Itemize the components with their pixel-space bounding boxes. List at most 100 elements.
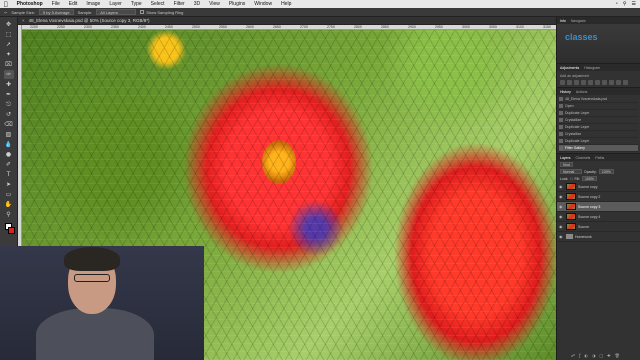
blur-icon[interactable]: 💧 xyxy=(4,140,14,149)
vibrance-icon[interactable] xyxy=(588,80,593,85)
history-item[interactable]: Duplicate Layer xyxy=(559,124,638,131)
menu-3d[interactable]: 3D xyxy=(194,1,200,7)
menu-list-icon[interactable]: ☰ xyxy=(632,1,636,7)
history-step-icon xyxy=(559,104,563,108)
history-item[interactable]: Crystallize xyxy=(559,117,638,124)
menu-app-name[interactable]: Photoshop xyxy=(17,1,43,7)
photo-filter-icon[interactable] xyxy=(616,80,621,85)
tab-layers[interactable]: Layers xyxy=(560,156,571,160)
menu-layer[interactable]: Layer xyxy=(109,1,122,7)
tab-actions[interactable]: Actions xyxy=(576,90,587,94)
menu-edit[interactable]: Edit xyxy=(69,1,78,7)
eyedropper-icon[interactable]: ✑ xyxy=(3,70,14,79)
sample-select[interactable]: All Layers xyxy=(96,9,137,15)
sample-size-select[interactable]: 5 by 5 Average xyxy=(38,9,74,15)
history-step-icon xyxy=(559,146,563,150)
history-brush-icon[interactable]: ↺ xyxy=(4,110,14,119)
levels-icon[interactable] xyxy=(567,80,572,85)
tab-paths[interactable]: Paths xyxy=(595,156,604,160)
wifi-icon[interactable]: ◔ xyxy=(615,1,618,7)
tab-channels[interactable]: Channels xyxy=(576,156,591,160)
menu-filter[interactable]: Filter xyxy=(174,1,185,7)
history-item-selected[interactable]: Filter Gallery xyxy=(559,145,638,152)
fx-icon[interactable]: ƒ xyxy=(579,353,580,358)
tab-navigator[interactable]: Navigator xyxy=(571,19,586,23)
quick-select-icon[interactable]: ✦ xyxy=(4,50,14,59)
black-white-icon[interactable] xyxy=(609,80,614,85)
crop-icon[interactable]: ⌧ xyxy=(4,60,14,69)
background-color-swatch[interactable] xyxy=(8,227,15,234)
mask-icon[interactable]: ◐ xyxy=(584,353,588,358)
eraser-icon[interactable]: ⌫ xyxy=(4,120,14,129)
new-layer-icon[interactable]: ✚ xyxy=(607,353,610,358)
dodge-icon[interactable]: ● xyxy=(4,150,14,159)
brush-icon[interactable]: ✒ xyxy=(4,90,14,99)
layer-row[interactable]: ◉ Source copy 2 xyxy=(557,192,640,202)
search-icon[interactable]: ⚲ xyxy=(623,1,627,7)
fill-field[interactable]: 100% xyxy=(581,176,597,181)
history-step-icon xyxy=(559,111,563,115)
lock-icon[interactable]: □ xyxy=(570,177,572,181)
visibility-eye-icon[interactable]: ◉ xyxy=(559,234,564,239)
rectangle-icon[interactable]: ▭ xyxy=(4,190,14,199)
marquee-icon[interactable]: ⬚ xyxy=(4,30,14,39)
tab-info[interactable]: Info xyxy=(560,19,566,23)
tab-history[interactable]: History xyxy=(560,90,571,94)
curves-icon[interactable] xyxy=(574,80,579,85)
layer-row[interactable]: ◉ Source xyxy=(557,222,640,232)
blend-mode-select[interactable]: Normal xyxy=(560,169,582,174)
visibility-eye-icon[interactable]: ◉ xyxy=(559,224,564,229)
tab-adjustments[interactable]: Adjustments xyxy=(560,66,579,70)
layer-row-selected[interactable]: ◉ Source copy 3 xyxy=(557,202,640,212)
stamp-icon[interactable]: ⎋ xyxy=(4,100,14,109)
lasso-icon[interactable]: ➚ xyxy=(4,40,14,49)
apple-icon[interactable]:  xyxy=(4,1,8,8)
menu-file[interactable]: File xyxy=(52,1,60,7)
trash-icon[interactable]: 🗑 xyxy=(615,353,620,358)
history-item[interactable]: Duplicate Layer xyxy=(559,110,638,117)
gradient-icon[interactable]: ▧ xyxy=(4,130,14,139)
menu-plugins[interactable]: Plugins xyxy=(229,1,245,7)
hand-icon[interactable]: ✋ xyxy=(4,200,14,209)
layer-kind-filter[interactable]: Kind xyxy=(560,162,574,167)
visibility-eye-icon[interactable]: ◉ xyxy=(559,204,564,209)
type-icon[interactable]: T xyxy=(4,170,14,179)
show-ring-checkbox[interactable]: Show Sampling Ring xyxy=(140,10,183,15)
exposure-icon[interactable] xyxy=(581,80,586,85)
pen-icon[interactable]: ✐ xyxy=(4,160,14,169)
move-icon[interactable]: ✥ xyxy=(4,20,14,29)
close-tab-icon[interactable]: × xyxy=(22,18,25,23)
hue-icon[interactable] xyxy=(595,80,600,85)
path-select-icon[interactable]: ➤ xyxy=(4,180,14,189)
opacity-field[interactable]: 100% xyxy=(598,169,614,174)
channel-mixer-icon[interactable] xyxy=(623,80,628,85)
color-balance-icon[interactable] xyxy=(602,80,607,85)
history-item-label: Crystallize xyxy=(565,118,582,122)
layer-row[interactable]: ◉ Source copy 4 xyxy=(557,212,640,222)
adjustment-layer-icon[interactable]: ◑ xyxy=(592,353,596,358)
menu-select[interactable]: Select xyxy=(151,1,165,7)
healing-icon[interactable]: ✚ xyxy=(4,80,14,89)
menu-type[interactable]: Type xyxy=(131,1,142,7)
menu-window[interactable]: Window xyxy=(254,1,272,7)
document-tab[interactable]: × 48_Elena Vosnevskaia.psd @ 50% (Source… xyxy=(18,17,556,25)
zoom-icon[interactable]: ⚲ xyxy=(4,210,14,219)
layer-group-row[interactable]: ◉ Homework xyxy=(557,232,640,242)
history-snapshot[interactable]: 48_Elena Vosnevskaia.psd xyxy=(559,96,638,103)
visibility-eye-icon[interactable]: ◉ xyxy=(559,184,564,189)
eyedropper-tool-icon[interactable]: ✑ xyxy=(4,10,7,15)
menu-image[interactable]: Image xyxy=(86,1,100,7)
history-item[interactable]: Duplicate Layer xyxy=(559,138,638,145)
visibility-eye-icon[interactable]: ◉ xyxy=(559,214,564,219)
layer-row[interactable]: ◉ Source copy xyxy=(557,182,640,192)
history-item[interactable]: Open xyxy=(559,103,638,110)
brightness-icon[interactable] xyxy=(560,80,565,85)
link-icon[interactable]: ☍ xyxy=(571,353,575,358)
menu-help[interactable]: Help xyxy=(281,1,291,7)
visibility-eye-icon[interactable]: ◉ xyxy=(559,194,564,199)
history-item[interactable]: Crystallize xyxy=(559,131,638,138)
tab-histogram[interactable]: Histogram xyxy=(584,66,600,70)
navigator-preview[interactable]: classes xyxy=(557,24,640,64)
new-group-icon[interactable]: □ xyxy=(599,353,603,358)
menu-view[interactable]: View xyxy=(209,1,220,7)
